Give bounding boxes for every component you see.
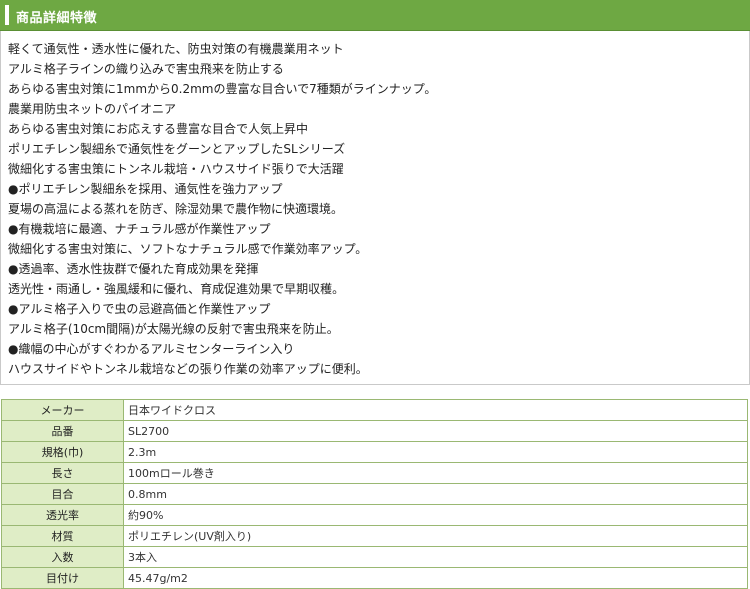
spec-label: 目合	[1, 483, 124, 505]
spec-label: メーカー	[1, 399, 124, 421]
spec-value: SL2700	[123, 420, 748, 442]
description-line: ポリエチレン製細糸で通気性をグーンとアップしたSLシリーズ	[8, 142, 346, 156]
spec-row-length: 長さ 100mロール巻き	[1, 462, 748, 484]
spec-value: 45.47g/m2	[123, 567, 748, 589]
spec-row-material: 材質 ポリエチレン(UV剤入り)	[1, 525, 748, 547]
spec-label: 透光率	[1, 504, 124, 526]
spec-label: 規格(巾)	[1, 441, 124, 463]
spec-table: メーカー 日本ワイドクロス 品番 SL2700 規格(巾) 2.3m 長さ 10…	[1, 399, 748, 589]
spec-label: 長さ	[1, 462, 124, 484]
description-line: 透光性・雨通し・強風緩和に優れ、育成促進効果で早期収穫。	[8, 282, 345, 296]
description-line: ●織幅の中心がすぐわかるアルミセンターライン入り	[8, 342, 295, 356]
spec-row-weight: 目付け 45.47g/m2	[1, 567, 748, 589]
description-line: ●ポリエチレン製細糸を採用、通気性を強力アップ	[8, 182, 283, 196]
spec-value: 3本入	[123, 546, 748, 568]
description-line: あらゆる害虫対策にお応えする豊富な目合で人気上昇中	[8, 122, 309, 136]
spec-label: 品番	[1, 420, 124, 442]
description-line: アルミ格子ラインの織り込みで害虫飛来を防止する	[8, 62, 284, 76]
description-list: 軽くて通気性・透水性に優れた、防虫対策の有機農業用ネット アルミ格子ラインの織り…	[8, 39, 436, 379]
spec-row-width: 規格(巾) 2.3m	[1, 441, 748, 463]
spec-label: 目付け	[1, 567, 124, 589]
section-title: 商品詳細特徴	[16, 11, 98, 26]
spec-value: 日本ワイドクロス	[123, 399, 748, 421]
description-line: 微細化する害虫対策に、ソフトなナチュラル感で作業効率アップ。	[8, 242, 368, 256]
spec-row-quantity: 入数 3本入	[1, 546, 748, 568]
spec-value: 2.3m	[123, 441, 748, 463]
description-line: ハウスサイドやトンネル栽培などの張り作業の効率アップに便利。	[8, 362, 368, 376]
spec-row-part-number: 品番 SL2700	[1, 420, 748, 442]
description-line: 夏場の高温による蒸れを防ぎ、除湿効果で農作物に快適環境。	[8, 202, 344, 216]
description-box: 軽くて通気性・透水性に優れた、防虫対策の有機農業用ネット アルミ格子ラインの織り…	[0, 31, 750, 385]
spec-value: 100mロール巻き	[123, 462, 748, 484]
description-line: あらゆる害虫対策に1mmから0.2mmの豊富な目合いで7種類がラインナップ。	[8, 82, 437, 96]
spec-value: 約90%	[123, 504, 748, 526]
description-line: 軽くて通気性・透水性に優れた、防虫対策の有機農業用ネット	[8, 42, 344, 56]
spec-value: 0.8mm	[123, 483, 748, 505]
spec-value: ポリエチレン(UV剤入り)	[123, 525, 748, 547]
spec-label: 入数	[1, 546, 124, 568]
description-line: アルミ格子(10cm間隔)が太陽光線の反射で害虫飛来を防止。	[8, 322, 339, 336]
section-header: 商品詳細特徴	[0, 0, 750, 31]
spec-row-mesh: 目合 0.8mm	[1, 483, 748, 505]
spec-label: 材質	[1, 525, 124, 547]
description-line: ●透過率、透水性抜群で優れた育成効果を発揮	[8, 262, 259, 276]
spec-row-light-transmittance: 透光率 約90%	[1, 504, 748, 526]
description-line: 農業用防虫ネットのパイオニア	[8, 102, 177, 116]
description-line: ●アルミ格子入りで虫の忌避高価と作業性アップ	[8, 302, 271, 316]
header-accent-bar	[5, 5, 9, 25]
description-line: 微細化する害虫策にトンネル栽培・ハウスサイド張りで大活躍	[8, 162, 344, 176]
description-line: ●有機栽培に最適、ナチュラル感が作業性アップ	[8, 222, 271, 236]
spec-row-maker: メーカー 日本ワイドクロス	[1, 399, 748, 421]
